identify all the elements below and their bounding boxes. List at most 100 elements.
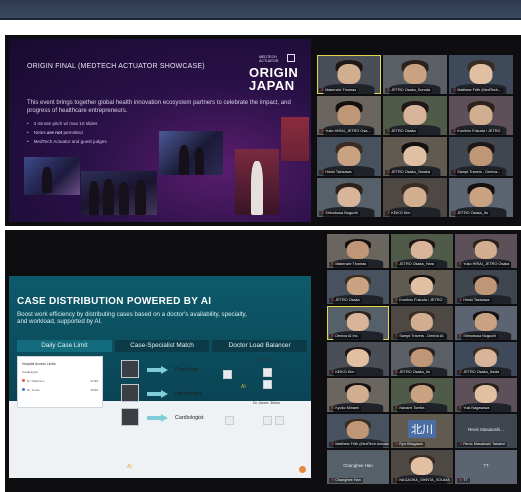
participant-name: ✕Nanami Tomita bbox=[393, 406, 427, 411]
participant-video-tile[interactable]: TT ✕TT bbox=[455, 450, 517, 484]
case-box bbox=[263, 368, 272, 377]
participant-video-tile[interactable]: ✕Makenzie Thomas bbox=[327, 234, 389, 268]
participant-face bbox=[474, 241, 498, 260]
participant-name: ✕Yuko HIRAI_JETRO Osaka bbox=[457, 262, 512, 267]
participant-video-tile[interactable]: ✕Makenzie Thomas bbox=[317, 55, 381, 94]
case-box bbox=[263, 380, 272, 389]
participant-face bbox=[474, 277, 498, 296]
participant-video-tile[interactable]: ✕Hiroki Takizawa bbox=[455, 270, 517, 304]
muted-mic-icon: ✕ bbox=[459, 298, 463, 302]
participant-video-tile[interactable]: ✕Matthew Frith (MedTech Actuator) bbox=[327, 414, 389, 448]
participant-name: ✕JETRO Osaka_Ito bbox=[393, 370, 432, 375]
participant-name: ✕Kunihiro Fukuda / JETRO bbox=[393, 298, 445, 303]
participant-face bbox=[474, 385, 498, 404]
muted-mic-icon: ✕ bbox=[453, 211, 457, 215]
participant-face bbox=[469, 145, 493, 166]
avatar-text: 北川 bbox=[408, 420, 436, 439]
event-photo bbox=[235, 149, 279, 215]
participant-name: ✕Revic Masatoshi Takatori bbox=[457, 442, 508, 447]
participant-video-tile[interactable]: ✕Deniva AI Inc. bbox=[327, 306, 389, 340]
participant-video-tile[interactable]: ✕Sampt Travers - Deniva... bbox=[449, 137, 513, 176]
participant-video-tile[interactable]: 北川 ✕Ryo Kitagawa bbox=[391, 414, 453, 448]
muted-mic-icon: ✕ bbox=[395, 262, 399, 266]
participant-video-tile[interactable]: ✕JETRO Osaka_Hara bbox=[391, 234, 453, 268]
slide-subtitle: Boost work efficiency by distributing ca… bbox=[17, 311, 247, 326]
participant-name: ✕Kunihiro Fukuda / JETRO bbox=[451, 129, 503, 134]
participant-face bbox=[410, 277, 434, 296]
participant-video-tile[interactable]: ✕JETRO Osaka_Ito bbox=[391, 342, 453, 376]
muted-mic-icon: ✕ bbox=[331, 406, 335, 410]
participant-face bbox=[346, 277, 370, 296]
specialist-label: Physician bbox=[175, 367, 199, 373]
emphasis-text: are not bbox=[46, 130, 63, 135]
participant-face bbox=[403, 186, 427, 207]
participant-video-tile[interactable]: ✕JETRO Osaka_Tanaka bbox=[383, 137, 447, 176]
avatar-text: Changhee Han bbox=[343, 462, 373, 468]
specialist-label: Neurologist bbox=[175, 391, 203, 397]
slide-body: This event brings together global health… bbox=[27, 100, 291, 114]
muted-mic-icon: ✕ bbox=[395, 298, 399, 302]
participant-name: ✕Makenzie Thomas bbox=[319, 88, 359, 93]
case-box bbox=[225, 416, 234, 425]
participant-name: ✕TT bbox=[457, 478, 470, 483]
participant-face bbox=[474, 349, 498, 368]
brand-logo-icon bbox=[287, 54, 295, 62]
avatar-text: TT bbox=[483, 462, 489, 468]
participant-video-tile[interactable]: ✕Shinobusa Noguchi bbox=[317, 178, 381, 217]
event-photo bbox=[81, 171, 157, 215]
participant-video-tile[interactable]: ✕JETRO Osaka_Ito bbox=[449, 178, 513, 217]
event-photo bbox=[281, 117, 309, 161]
muted-mic-icon: ✕ bbox=[331, 298, 335, 302]
participant-name: ✕KEIKO Kim bbox=[329, 370, 357, 375]
participant-name: ✕JETRO Osaka_Tanaka bbox=[385, 170, 433, 175]
shared-slide-origin: ORIGIN FINAL (MEDTECH ACTUATOR SHOWCASE)… bbox=[9, 39, 311, 222]
panel-subheading: Cardiologist bbox=[22, 370, 38, 374]
participant-video-tile[interactable]: ✕Nanami Tomita bbox=[391, 378, 453, 412]
case-limit-panel: Hospital Access Limits Cardiologist Dr. … bbox=[17, 356, 103, 408]
participant-name: ✕Sampt Travers - Deniva AI bbox=[393, 334, 446, 339]
panel-title: Hospital Access Limits bbox=[22, 362, 56, 366]
participant-video-tile[interactable]: ✕Shinobusa Noguchi bbox=[455, 306, 517, 340]
participant-video-tile[interactable]: ✕JETRO Osaka_Ikeda bbox=[455, 342, 517, 376]
muted-mic-icon: ✕ bbox=[321, 129, 325, 133]
participant-face bbox=[469, 186, 493, 207]
arrow-right-icon bbox=[147, 390, 169, 398]
tab-daily-case-limit: Daily Case Limit bbox=[17, 340, 112, 352]
participant-video-tile[interactable]: ✕JETRO Osaka bbox=[383, 96, 447, 135]
participant-video-tile[interactable]: ✕KEIKO Kim bbox=[327, 342, 389, 376]
participant-face bbox=[410, 241, 434, 260]
participant-name: ✕JETRO Osaka_Kuroda bbox=[385, 88, 433, 93]
muted-mic-icon: ✕ bbox=[459, 334, 463, 338]
participant-face bbox=[346, 349, 370, 368]
participant-video-tile[interactable]: ✕Hiroki Takizawa bbox=[317, 137, 381, 176]
participant-video-tile[interactable]: ✕Kunihiro Fukuda / JETRO bbox=[449, 96, 513, 135]
participant-video-tile[interactable]: ✕Yuki Nagasawa bbox=[455, 378, 517, 412]
load-label: Dr. Jon: 30min bbox=[253, 358, 277, 362]
participant-video-tile[interactable]: ✕JETRO Osaka bbox=[327, 270, 389, 304]
case-image-thumbnail bbox=[121, 384, 139, 402]
participant-video-tile[interactable]: ✕NAGAOKA_SHINTA_SOUMA bbox=[391, 450, 453, 484]
muted-mic-icon: ✕ bbox=[459, 442, 463, 446]
participant-video-tile[interactable]: ✕Kunihiro Fukuda / JETRO bbox=[391, 270, 453, 304]
participant-video-tile[interactable]: ✕Yuko HIRAI_JETRO Osa... bbox=[317, 96, 381, 135]
muted-mic-icon: ✕ bbox=[387, 88, 391, 92]
slide-title: ORIGIN FINAL (MEDTECH ACTUATOR SHOWCASE) bbox=[27, 63, 205, 70]
participant-face bbox=[469, 63, 493, 84]
participant-video-tile[interactable]: Revic Masatoshi... ✕Revic Masatoshi Takat… bbox=[455, 414, 517, 448]
participant-face bbox=[346, 313, 370, 332]
participant-video-tile[interactable]: ✕Kyoko Minami bbox=[327, 378, 389, 412]
ai-label: AI bbox=[127, 464, 132, 470]
participant-video-tile[interactable]: ✕Yuko HIRAI_JETRO Osaka bbox=[455, 234, 517, 268]
participant-video-tile[interactable]: ✕JETRO Osaka_Kuroda bbox=[383, 55, 447, 94]
participant-video-tile[interactable]: Changhee Han ✕Changhee Han bbox=[327, 450, 389, 484]
slide-title: CASE DISTRIBUTION POWERED BY AI bbox=[17, 296, 212, 307]
muted-mic-icon: ✕ bbox=[459, 370, 463, 374]
participant-name: ✕Matthew Frith (MedTech... bbox=[451, 88, 504, 93]
arrow-right-icon bbox=[147, 414, 169, 422]
participant-face bbox=[474, 313, 498, 332]
participant-video-tile[interactable]: ✕KEIKO Kim bbox=[383, 178, 447, 217]
participant-video-tile[interactable]: ✕Matthew Frith (MedTech... bbox=[449, 55, 513, 94]
muted-mic-icon: ✕ bbox=[331, 478, 335, 482]
participant-name: ✕Shinobusa Noguchi bbox=[457, 334, 499, 339]
participant-video-tile[interactable]: ✕Sampt Travers - Deniva AI bbox=[391, 306, 453, 340]
